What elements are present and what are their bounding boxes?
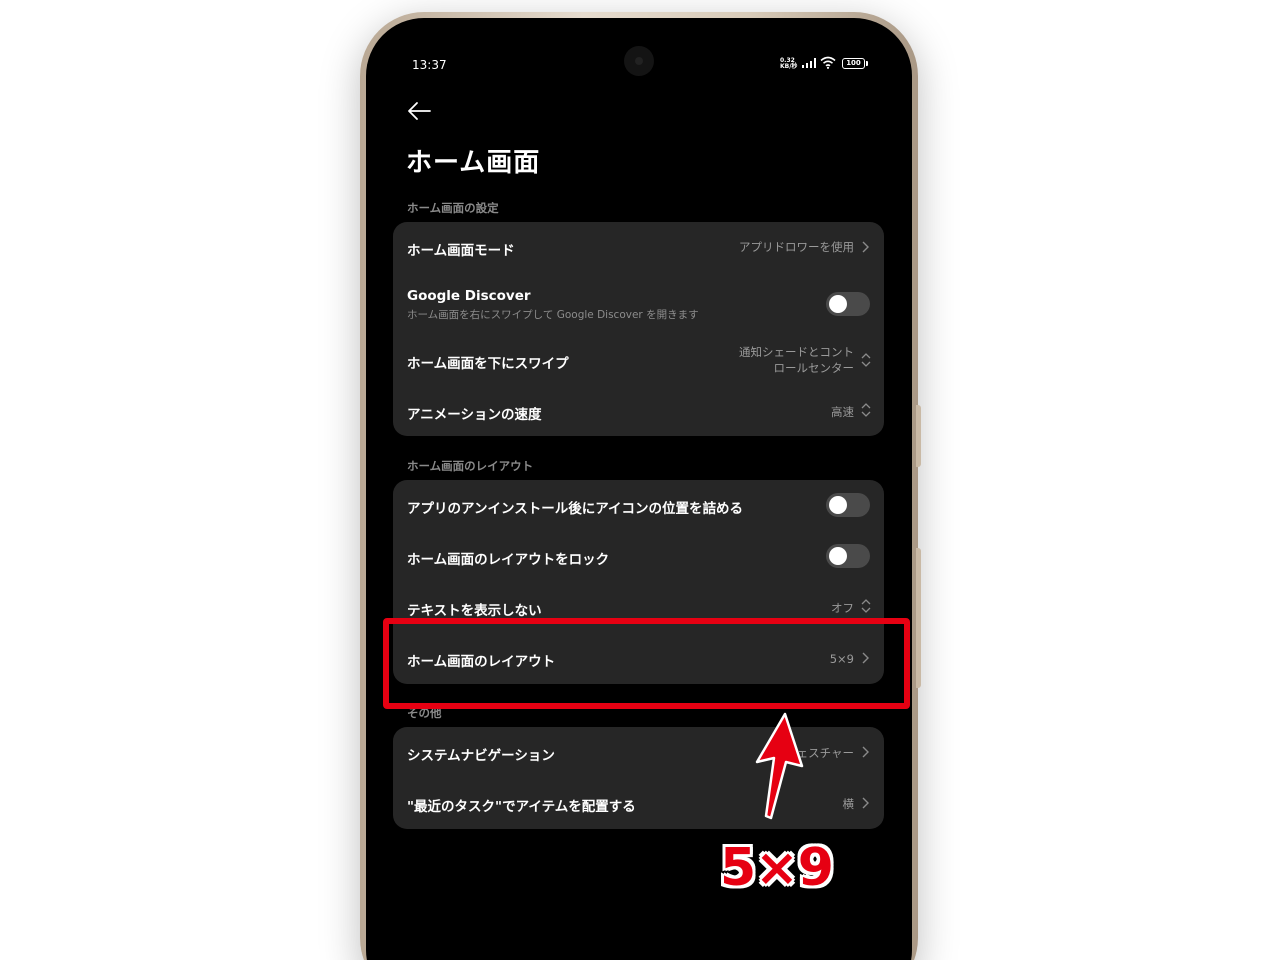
- volume-button: [916, 405, 921, 467]
- home-grid-value: 5×9: [829, 652, 854, 666]
- home-mode-value: アプリドロワーを使用: [739, 240, 854, 254]
- swipe-down-row[interactable]: ホーム画面を下にスワイプ 通知シェードとコント ロールセンター: [393, 334, 884, 386]
- settings-card: ホーム画面モード アプリドロワーを使用 Google Discover ホーム画…: [393, 222, 884, 436]
- home-mode-title: ホーム画面モード: [407, 243, 515, 259]
- swipe-down-value: 通知シェードとコント ロールセンター: [739, 344, 854, 376]
- up-down-chevron-icon: [861, 599, 871, 613]
- autofill-toggle[interactable]: [826, 493, 870, 517]
- toggle-knob: [829, 295, 847, 313]
- animation-speed-value: 高速: [831, 405, 854, 419]
- google-discover-toggle[interactable]: [826, 292, 870, 316]
- battery-icon: 100: [842, 58, 868, 69]
- section-label-settings: ホーム画面の設定: [407, 201, 499, 215]
- page-title: ホーム画面: [406, 148, 541, 178]
- hide-text-title: テキストを表示しない: [407, 603, 542, 619]
- up-down-chevron-icon: [861, 403, 871, 417]
- hide-text-row[interactable]: テキストを表示しない オフ: [393, 582, 884, 633]
- swipe-down-value-line1: 通知シェードとコント: [739, 345, 854, 359]
- network-speed-unit: KB/秒: [780, 63, 798, 70]
- autofill-title: アプリのアンインストール後にアイコンの位置を詰める: [407, 501, 744, 517]
- recents-arrangement-value: 横: [842, 797, 855, 811]
- back-arrow-icon[interactable]: [406, 100, 432, 122]
- phone-screen: 13:37 0.32 KB/秒 100 ホーム画面 ホーム画面の設定 ホーム画面…: [366, 18, 912, 960]
- google-discover-subtitle: ホーム画面を右にスワイプして Google Discover を開きます: [407, 309, 699, 321]
- chevron-right-icon: [862, 797, 869, 809]
- screenshot-stage: 13:37 0.32 KB/秒 100 ホーム画面 ホーム画面の設定 ホーム画面…: [0, 0, 1280, 960]
- section-label-other: その他: [407, 706, 442, 720]
- hide-text-value: オフ: [831, 601, 854, 615]
- recents-arrangement-title: "最近のタスク"でアイテムを配置する: [407, 799, 636, 815]
- autofill-row[interactable]: アプリのアンインストール後にアイコンの位置を詰める: [393, 480, 884, 531]
- status-time: 13:37: [412, 58, 447, 72]
- chevron-right-icon: [862, 241, 869, 253]
- lock-layout-row[interactable]: ホーム画面のレイアウトをロック: [393, 531, 884, 582]
- network-speed: 0.32 KB/秒: [780, 58, 800, 70]
- annotation-arrow-icon: [755, 712, 804, 820]
- lock-layout-toggle[interactable]: [826, 544, 870, 568]
- animation-speed-title: アニメーションの速度: [407, 407, 542, 423]
- chevron-right-icon: [862, 652, 869, 664]
- swipe-down-title: ホーム画面を下にスワイプ: [407, 356, 569, 372]
- section-label-layout: ホーム画面のレイアウト: [407, 459, 534, 473]
- up-down-chevron-icon: [861, 353, 871, 367]
- power-button: [916, 548, 921, 688]
- toggle-knob: [829, 496, 847, 514]
- toggle-knob: [829, 547, 847, 565]
- lock-layout-title: ホーム画面のレイアウトをロック: [407, 552, 610, 568]
- annotation-label: 5×9: [720, 838, 834, 898]
- wifi-icon: [820, 56, 836, 69]
- google-discover-title: Google Discover: [407, 288, 531, 304]
- home-grid-title: ホーム画面のレイアウト: [407, 654, 556, 670]
- google-discover-row[interactable]: Google Discover ホーム画面を右にスワイプして Google Di…: [393, 272, 884, 334]
- animation-speed-row[interactable]: アニメーションの速度 高速: [393, 386, 884, 436]
- home-mode-row[interactable]: ホーム画面モード アプリドロワーを使用: [393, 222, 884, 272]
- front-camera: [624, 46, 654, 76]
- home-grid-row[interactable]: ホーム画面のレイアウト 5×9: [393, 633, 884, 684]
- layout-card: アプリのアンインストール後にアイコンの位置を詰める ホーム画面のレイアウトをロッ…: [393, 480, 884, 684]
- signal-icon: [802, 58, 816, 68]
- chevron-right-icon: [862, 746, 869, 758]
- swipe-down-value-line2: ロールセンター: [773, 361, 855, 375]
- system-navigation-title: システムナビゲーション: [407, 748, 555, 764]
